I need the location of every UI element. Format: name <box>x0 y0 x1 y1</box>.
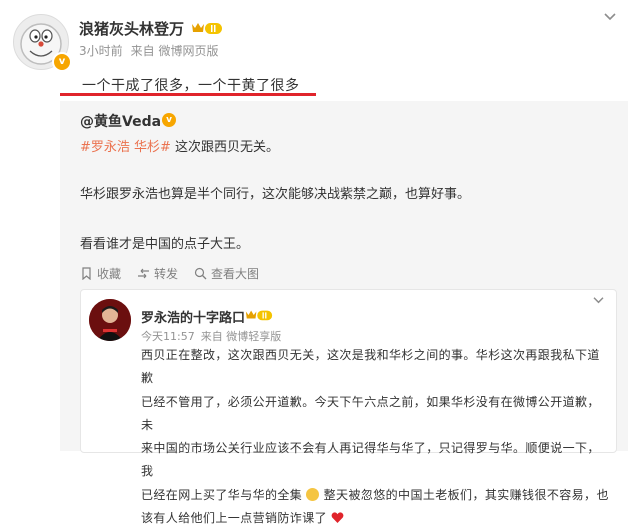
heart-emoji-icon <box>331 512 344 524</box>
post-meta: 3小时前 来自 微博网页版 <box>79 42 226 59</box>
card-avatar[interactable] <box>89 299 131 341</box>
repost-line-2: 华杉跟罗永浩也算是半个同行，这次能够决战紫禁之巅，也算好事。 <box>80 187 471 202</box>
card-text-line: 西贝正在整改，这次跟西贝无关，这次是我和华杉之间的事。华杉这次再跟我私下道歉 <box>141 348 600 386</box>
card-text-line: 已经不管用了，必须公开道歉。今天下午六点之前，如果华杉没有在微博公开道歉，未 <box>141 394 600 432</box>
view-image-icon <box>194 267 207 280</box>
portrait-avatar-icon <box>89 299 131 341</box>
favorite-label: 收藏 <box>97 267 122 281</box>
chevron-down-icon[interactable] <box>592 294 605 309</box>
forward-button[interactable]: 转发 <box>137 265 178 282</box>
favorite-icon <box>82 267 91 280</box>
level-badge-icon <box>245 310 273 321</box>
repost-author[interactable]: @黄鱼Veda <box>80 111 161 131</box>
smirk-emoji-icon <box>306 487 320 501</box>
post-username[interactable]: 浪猪灰头林登万 <box>79 18 184 39</box>
card-text-line: 已经在网上买了华与华的全集 整天被忽悠的中国土老板们，其实赚钱很不容易，也 <box>141 484 611 507</box>
highlight-underline <box>60 93 316 96</box>
verified-v-icon: v <box>52 52 72 72</box>
topic-tag-link[interactable]: #罗永浩 华杉# <box>80 140 171 155</box>
card-text-segment: 该有人给他们上一点营销防诈课了 <box>141 511 328 526</box>
level-badge-icon <box>192 23 222 34</box>
post-source: 来自 微博网页版 <box>130 44 219 58</box>
card-text-segment: 整天被忽悠的中国土老板们，其实赚钱很不容易，也 <box>323 487 609 502</box>
forward-label: 转发 <box>154 267 179 281</box>
view-image-button[interactable]: 查看大图 <box>194 265 259 282</box>
verified-v-icon: v <box>162 113 176 127</box>
chevron-down-icon[interactable] <box>603 10 617 26</box>
view-image-label: 查看大图 <box>211 267 260 281</box>
repost-line-3: 看看谁才是中国的点子大王。 <box>80 237 250 252</box>
card-text-segment: 已经在网上买了华与华的全集 <box>141 487 303 502</box>
card-source: 来自 微博轻享版 <box>200 330 282 343</box>
repost-line-1-text: 这次跟西贝无关。 <box>170 140 280 155</box>
card-time[interactable]: 今天11:57 <box>141 330 195 343</box>
post-time[interactable]: 3小时前 <box>79 44 123 58</box>
card-meta: 今天11:57 来自 微博轻享版 <box>141 328 287 344</box>
repost-line-1: #罗永浩 华杉# 这次跟西贝无关。 <box>80 136 279 155</box>
card-text-line: 来中国的市场公关行业应该不会有人再记得华与华了，只记得罗与华。顺便说一下，我 <box>141 441 600 479</box>
card-username[interactable]: 罗永浩的十字路口 <box>141 307 245 326</box>
forward-icon <box>138 268 150 279</box>
card-text: 西贝正在整改，这次跟西贝无关，这次是我和华杉之间的事。华杉这次再跟我私下道歉 已… <box>141 344 611 530</box>
favorite-button[interactable]: 收藏 <box>80 265 121 282</box>
repost-actions: 收藏 转发 查看大图 <box>80 265 259 282</box>
card-text-line: 该有人给他们上一点营销防诈课了 <box>141 507 611 530</box>
post-text: 一个干成了很多，一个干黄了很多 <box>82 78 300 94</box>
